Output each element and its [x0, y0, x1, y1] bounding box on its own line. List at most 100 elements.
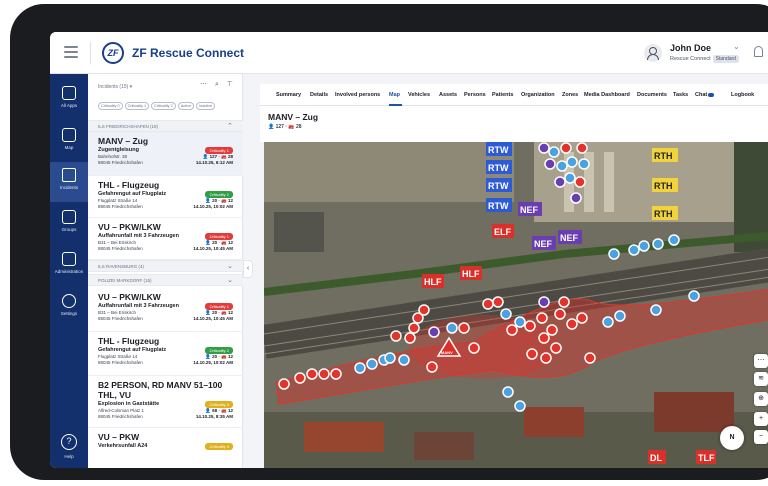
sidebar-item-label: Groups [61, 227, 77, 232]
help-icon[interactable]: ? [61, 434, 77, 450]
incident-item[interactable]: VU – PKW/LKW Auffahrunfall mit 3 Fahrzeu… [88, 218, 243, 260]
user-org-name: Rescue Connect [670, 56, 711, 62]
sidebar-item-all-apps[interactable]: All Apps [50, 80, 88, 120]
map-label-rtw: RTW [488, 163, 509, 173]
map-label-rth: RTH [654, 209, 673, 219]
persons-count: 20 [212, 198, 218, 203]
tab-tasks[interactable]: Tasks [673, 92, 688, 98]
incident-title: THL - Flugzeug [98, 336, 160, 346]
map-label-tlf: TLF [698, 453, 715, 463]
admin-icon [62, 252, 76, 266]
incident-address: B31 – Bei Eriskirch 88045 Friedrichshafen [98, 240, 143, 252]
group-label: POLIZEI MARKDORF (15) [98, 278, 152, 283]
tab-chat-label: Chat [695, 92, 708, 98]
zoom-out-button[interactable]: − [754, 430, 768, 444]
incident-title: MANV – Zug [268, 112, 319, 122]
incident-map[interactable]: RTW RTW RTW RTW NEF NEF NEF RTH RTH RTH … [264, 142, 768, 468]
sidebar-item-administration[interactable]: Administration [50, 246, 88, 286]
map-label-nef: NEF [520, 205, 539, 215]
incident-item[interactable]: THL - Flugzeug Gefahrengut auf Flugplatz… [88, 332, 243, 376]
top-bar: ZF ZF Rescue Connect John Doe Rescue Con… [50, 32, 768, 74]
sidebar-item-map[interactable]: Map [50, 122, 88, 162]
locate-icon[interactable]: ⊕ [754, 392, 768, 406]
tab-details[interactable]: Details [310, 92, 328, 98]
incident-subtitle: Zugentgleisung [98, 147, 139, 153]
tab-bar: Summary Details Involved persons Map Veh… [260, 84, 768, 106]
tab-assets[interactable]: Assets [439, 92, 457, 98]
bell-icon[interactable] [754, 46, 763, 57]
collapse-panel-button[interactable]: ‹ [243, 260, 253, 278]
compass-icon[interactable]: N [720, 426, 744, 450]
map-label-rth: RTH [654, 181, 673, 191]
tab-vehicles[interactable]: Vehicles [408, 92, 430, 98]
incident-time: 14.10.25, 10:02 AM [193, 360, 233, 365]
group-label: ILS FRIEDRICHSHAFEN (18) [98, 124, 159, 129]
tab-map[interactable]: Map [389, 92, 400, 98]
app-title: ZF Rescue Connect [132, 46, 245, 60]
map-more-button[interactable]: ⋯ [754, 354, 768, 368]
group-header[interactable]: ILS FRIEDRICHSHAFEN (18) ⌃ [88, 120, 243, 132]
tablet-frame: ZF ZF Rescue Connect John Doe Rescue Con… [10, 4, 768, 480]
persons-count: 68 [212, 408, 218, 413]
incident-time: 14.10.25, 10:02 AM [193, 204, 233, 209]
tab-organization[interactable]: Organization [521, 92, 555, 98]
vehicles-count: 28 [296, 124, 302, 130]
criticality-badge: Criticality 3 [205, 401, 233, 408]
incident-address: B31 – Bei Eriskirch 88045 Friedrichshafen [98, 310, 143, 322]
incident-address: Flugplatz Straße 14 88045 Friedrichshafen [98, 198, 143, 210]
incident-item[interactable]: B2 PERSON, RD MANV 51–100 THL, VU Explos… [88, 376, 243, 428]
layers-icon[interactable]: ≋ [754, 372, 768, 386]
tab-involved-persons[interactable]: Involved persons [335, 92, 380, 98]
user-menu-chevron-icon[interactable]: ⌄ [733, 42, 740, 51]
tab-persons[interactable]: Persons [464, 92, 486, 98]
incident-header: MANV – Zug 👤 127 · 🚒 28 [260, 106, 768, 142]
tab-patients[interactable]: Patients [492, 92, 513, 98]
tab-documents[interactable]: Documents [637, 92, 667, 98]
sidebar-item-groups[interactable]: Groups [50, 204, 88, 244]
sidebar-item-label: Administration [54, 269, 84, 274]
filter-chip[interactable]: Inactive [196, 102, 216, 110]
zf-logo: ZF [102, 42, 124, 64]
user-name[interactable]: John Doe [670, 43, 711, 53]
persons-count: 127 [275, 124, 284, 130]
header-divider [90, 42, 91, 64]
persons-count: 20 [212, 310, 218, 315]
user-avatar-icon[interactable] [644, 44, 662, 62]
map-label-hlf: HLF [424, 277, 442, 287]
incident-item[interactable]: VU – PKW Verkehrsunfall A24 Criticality … [88, 428, 243, 468]
sidebar-item-label: Settings [60, 311, 78, 316]
sidebar: All Apps Map Incidents Groups Administra… [50, 74, 88, 468]
menu-icon[interactable] [64, 46, 78, 58]
filter-chip[interactable]: Criticality 1 [124, 102, 150, 110]
tab-zones[interactable]: Zones [562, 92, 578, 98]
incident-address: Alfred-Colsman Platz 1 88045 Friedrichsha… [98, 408, 144, 420]
group-header[interactable]: ILS RAVENSBURG (4) ⌄ [88, 260, 243, 272]
warning-icon [62, 168, 76, 182]
incident-subtitle: Auffahrunfall mit 3 Fahrzeugen [98, 303, 179, 309]
address-line: 88045 Friedrichshafen [98, 360, 143, 365]
chevron-up-icon: ⌃ [227, 123, 233, 130]
map-canvas[interactable]: RTW RTW RTW RTW NEF NEF NEF RTH RTH RTH … [264, 142, 768, 468]
list-tools[interactable]: ⋯ ⌕ ⊤ [200, 80, 236, 89]
vehicles-count: 12 [227, 408, 233, 413]
zoom-in-button[interactable]: + [754, 412, 768, 426]
filter-chip[interactable]: Criticality 2 [151, 102, 176, 110]
sidebar-item-incidents[interactable]: Incidents [50, 162, 88, 202]
group-header[interactable]: POLIZEI MARKDORF (15) ⌄ [88, 274, 243, 286]
tab-media-dashboard[interactable]: Media Dashboard [584, 92, 630, 98]
incident-item[interactable]: MANV – Zug Zugentgleisung Bahnhofstr. 38… [88, 132, 243, 176]
tab-chat[interactable]: Chat [695, 92, 715, 98]
filter-chip[interactable]: Active [177, 102, 195, 110]
incident-counts: 👤 20 · 🚒 12 14.10.25, 10:02 AM [193, 354, 233, 365]
incident-item[interactable]: THL - Flugzeug Gefahrengut auf Flugplatz… [88, 176, 243, 218]
address-line: 88045 Friedrichshafen [98, 414, 143, 419]
filter-chip[interactable]: Criticality 0 [98, 102, 123, 110]
incident-item[interactable]: VU – PKW/LKW Auffahrunfall mit 3 Fahrzeu… [88, 288, 243, 332]
map-label-rtw: RTW [488, 145, 509, 155]
tab-logbook[interactable]: Logbook [731, 92, 754, 98]
map-label-hlf: HLF [462, 269, 480, 279]
sidebar-item-settings[interactable]: Settings [50, 288, 88, 328]
tab-summary[interactable]: Summary [276, 92, 301, 98]
incident-subtitle: Verkehrsunfall A24 [98, 443, 148, 449]
incidents-count-title[interactable]: Incidents (15) ▾ [98, 84, 132, 90]
